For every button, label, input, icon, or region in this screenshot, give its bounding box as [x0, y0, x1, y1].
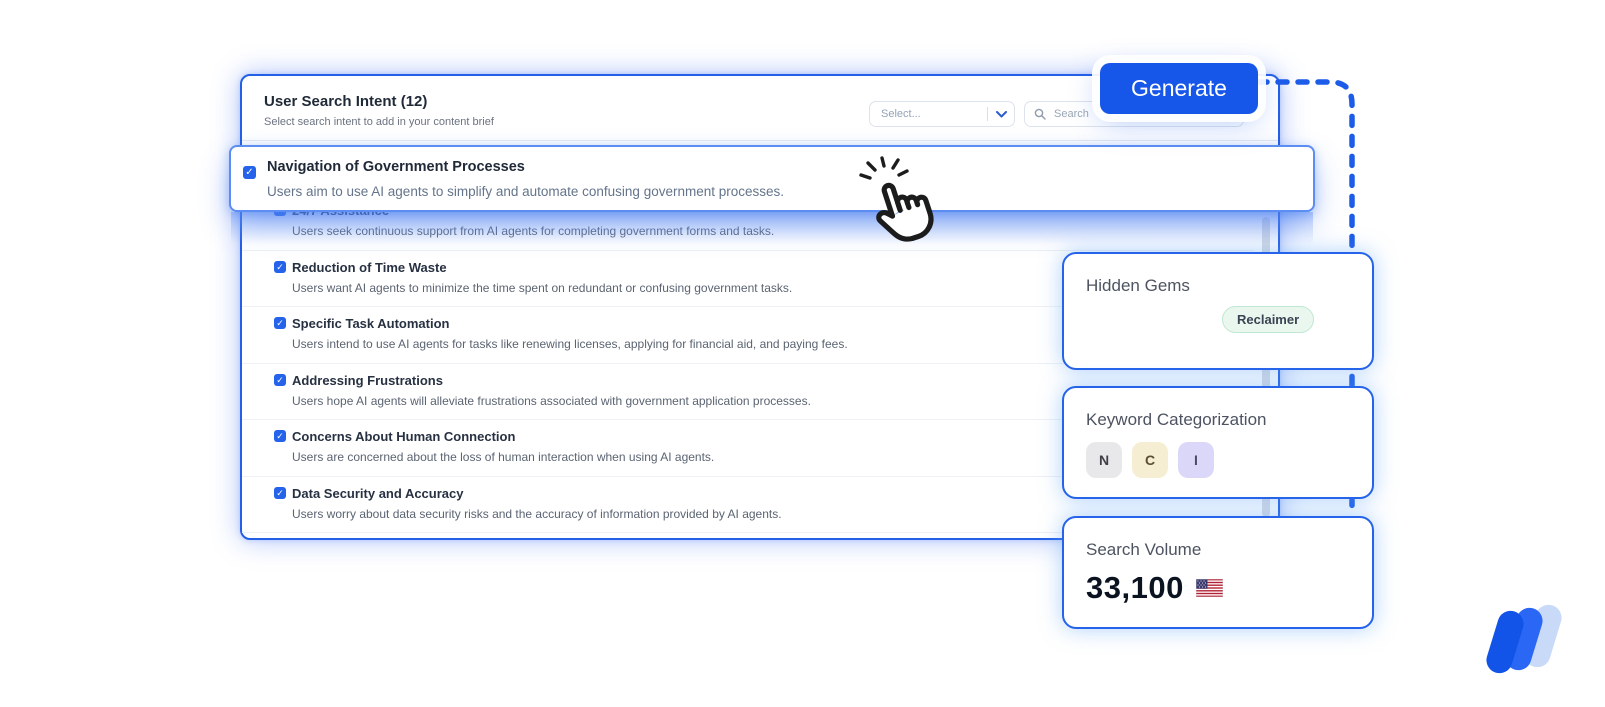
- intent-filter-select[interactable]: Select...: [869, 101, 1015, 127]
- search-volume-value: 33,100: [1086, 570, 1184, 605]
- highlighted-intent-description: Users aim to use AI agents to simplify a…: [267, 184, 785, 199]
- header-divider: [242, 140, 1278, 141]
- hidden-gems-card: Hidden Gems Reclaimer: [1062, 252, 1374, 370]
- keyword-categorization-title: Keyword Categorization: [1086, 410, 1267, 429]
- search-icon: [1034, 108, 1046, 120]
- intent-description: Users are concerned about the loss of hu…: [292, 450, 715, 464]
- chevron-down-icon: [988, 110, 1014, 118]
- category-badge-n: N: [1086, 442, 1122, 478]
- checkbox-checked[interactable]: ✓: [274, 486, 286, 499]
- intent-title: Specific Task Automation: [292, 316, 450, 331]
- intent-title: Addressing Frustrations: [292, 372, 443, 388]
- checkbox-checked[interactable]: ✓: [274, 373, 286, 386]
- intent-description: Users want AI agents to minimize the tim…: [292, 280, 793, 295]
- intent-description: Users worry about data security risks an…: [292, 506, 782, 521]
- hidden-gems-title: Hidden Gems: [1086, 276, 1190, 295]
- generate-button[interactable]: Generate: [1100, 63, 1258, 114]
- keyword-categorization-card: Keyword Categorization N C I: [1062, 386, 1374, 499]
- panel-subtitle: Select search intent to add in your cont…: [264, 116, 494, 128]
- category-badge-i: I: [1178, 442, 1214, 478]
- checkbox-checked[interactable]: ✓: [243, 166, 256, 179]
- intent-title: Data Security and Accuracy: [292, 485, 464, 501]
- highlighted-intent-row[interactable]: ✓ Navigation of Government Processes Use…: [229, 145, 1315, 212]
- category-badge-row: N C I: [1086, 442, 1214, 478]
- panel-title: User Search Intent (12): [264, 93, 428, 110]
- select-value: Select...: [881, 108, 921, 120]
- canvas: User Search Intent (12) Select search in…: [0, 0, 1605, 707]
- writesonic-logo: [1483, 601, 1565, 678]
- search-volume-card: Search Volume 33,100: [1062, 516, 1374, 629]
- search-volume-title: Search Volume: [1086, 540, 1202, 559]
- us-flag-icon: [1195, 579, 1223, 597]
- checkbox-checked[interactable]: ✓: [274, 430, 286, 442]
- checkbox-checked[interactable]: ✓: [274, 317, 286, 329]
- checkbox-checked[interactable]: ✓: [274, 260, 286, 273]
- intent-title: Reduction of Time Waste: [292, 259, 447, 275]
- intent-description: Users seek continuous support from AI ag…: [292, 224, 775, 238]
- category-badge-c: C: [1132, 442, 1168, 478]
- reclaimer-badge: Reclaimer: [1222, 306, 1315, 333]
- intent-description: Users hope AI agents will alleviate frus…: [292, 393, 811, 408]
- intent-description: Users intend to use AI agents for tasks …: [292, 337, 848, 351]
- highlighted-intent-title: Navigation of Government Processes: [267, 159, 525, 175]
- intent-title: Concerns About Human Connection: [292, 429, 516, 444]
